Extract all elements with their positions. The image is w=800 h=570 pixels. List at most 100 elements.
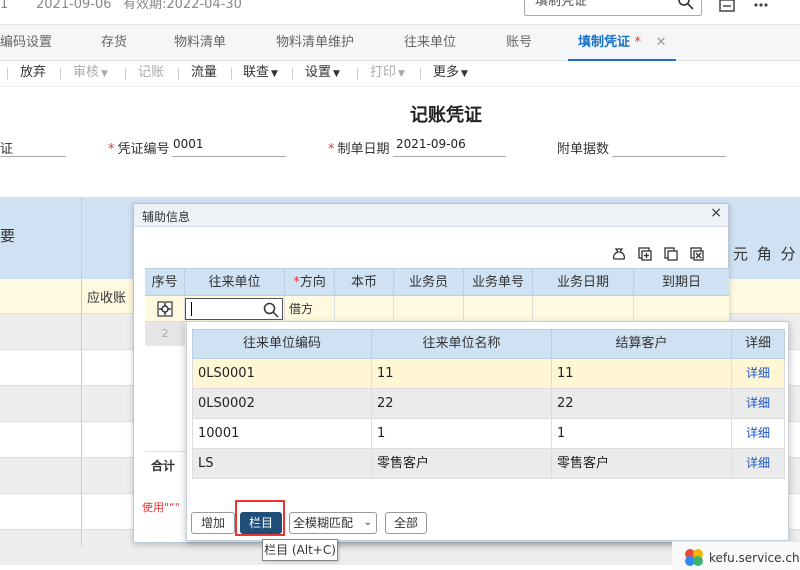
- col-business-no: 业务单号: [464, 269, 533, 296]
- close-tab-icon[interactable]: ✕: [656, 35, 667, 50]
- currency-cell[interactable]: [335, 296, 394, 322]
- tab-fill-voucher-label: 填制凭证: [578, 35, 631, 50]
- copy-row-icon[interactable]: [663, 246, 679, 262]
- toolbar-divider: [231, 68, 232, 80]
- col-unit-name: 往来单位名称: [372, 330, 552, 358]
- search-placeholder: 填制凭证: [535, 0, 588, 9]
- required-mark: *: [328, 142, 335, 157]
- review-button[interactable]: 审核 ▼: [73, 61, 108, 87]
- chevron-down-icon: ▼: [333, 69, 340, 79]
- chevron-down-icon: ⌄: [363, 517, 372, 528]
- tab-inventory[interactable]: 存货: [101, 25, 127, 61]
- attachments-field[interactable]: [612, 156, 726, 157]
- tab-bom[interactable]: 物料清单: [174, 25, 226, 61]
- voucher-date-label-text: 制单日期: [337, 142, 390, 157]
- gear-icon[interactable]: [157, 301, 173, 317]
- delete-row-icon[interactable]: [689, 246, 705, 262]
- row-settings-cell[interactable]: [145, 296, 185, 322]
- query-button[interactable]: 联查 ▼: [243, 61, 278, 87]
- dialog-title-bar[interactable]: 辅助信息 ×: [134, 204, 728, 227]
- business-date-cell[interactable]: [533, 296, 634, 322]
- review-label: 审核: [73, 65, 100, 80]
- field-underline: [172, 156, 286, 157]
- dialog-title: 辅助信息: [142, 210, 191, 224]
- detail-link[interactable]: 详细: [732, 419, 784, 448]
- discard-button[interactable]: 放弃: [20, 61, 46, 87]
- col-unit-code: 往来单位编码: [193, 330, 372, 358]
- customer-service-widget[interactable]: kefu.service.cha: [672, 541, 800, 570]
- settings-button[interactable]: 设置 ▼: [305, 61, 340, 87]
- column-divider: [81, 197, 82, 547]
- usage-tip: 使用"“": [142, 501, 180, 514]
- chevron-down-icon: ▼: [101, 69, 108, 79]
- col-salesperson: 业务员: [394, 269, 464, 296]
- dialog-close-icon[interactable]: ×: [710, 205, 722, 221]
- direction-cell[interactable]: 借方: [285, 296, 335, 322]
- match-mode-select[interactable]: 全模糊匹配 ⌄: [289, 512, 377, 534]
- row-index-2[interactable]: 2: [145, 322, 185, 346]
- unit-code: 10001: [193, 419, 372, 448]
- field-underline: [0, 156, 66, 157]
- due-date-cell[interactable]: [634, 296, 729, 322]
- tab-code-settings[interactable]: 编码设置: [0, 25, 52, 61]
- service-logo-icon: [685, 549, 703, 566]
- service-url: kefu.service.cha: [709, 551, 800, 565]
- col-index: 序号: [145, 269, 185, 296]
- voucher-number-field[interactable]: 0001: [173, 137, 204, 151]
- col-direction-label: 方向: [299, 275, 326, 290]
- print-button[interactable]: 打印 ▼: [370, 61, 405, 87]
- add-button[interactable]: 增加: [191, 512, 235, 534]
- add-row-icon[interactable]: [637, 246, 653, 262]
- dropdown-row[interactable]: 0LS0001 11 11 详细: [192, 359, 785, 389]
- search-icon[interactable]: [262, 301, 280, 319]
- dropdown-row[interactable]: 10001 1 1 详细: [192, 419, 785, 449]
- unit-code: 0LS0001: [193, 359, 372, 388]
- attachments-label: 附单据数: [557, 142, 610, 157]
- global-search-input[interactable]: 填制凭证: [524, 0, 702, 16]
- search-icon[interactable]: [677, 0, 695, 11]
- total-label: 合计: [151, 459, 176, 473]
- page-title: 记账凭证: [410, 105, 482, 126]
- unit-name: 1: [372, 419, 552, 448]
- voucher-date-field[interactable]: 2021-09-06: [396, 137, 466, 151]
- field-underline: [393, 156, 506, 157]
- detail-link[interactable]: 详细: [732, 359, 784, 388]
- tab-trading-units[interactable]: 往来单位: [404, 25, 456, 61]
- unit-fen: 分: [780, 245, 796, 263]
- tab-bom-maintenance[interactable]: 物料清单维护: [276, 25, 354, 61]
- unit-code: LS: [193, 449, 372, 478]
- account-cell[interactable]: 应收账: [87, 287, 126, 306]
- business-no-cell[interactable]: [464, 296, 533, 322]
- flow-button[interactable]: 流量: [191, 61, 217, 87]
- trading-unit-input[interactable]: [185, 298, 283, 320]
- dropdown-row[interactable]: 0LS0002 22 22 详细: [192, 389, 785, 419]
- more-label: 更多: [433, 65, 460, 80]
- detail-link[interactable]: 详细: [732, 449, 784, 478]
- tab-bar: 编码设置 存货 物料清单 物料清单维护 往来单位 账号 填制凭证 * ✕: [0, 25, 800, 61]
- col-business-date: 业务日期: [533, 269, 634, 296]
- detail-link[interactable]: 详细: [732, 389, 784, 418]
- tab-accounts[interactable]: 账号: [506, 25, 532, 61]
- summary-header: 要: [0, 227, 16, 245]
- tab-fill-voucher[interactable]: 填制凭证 * ✕: [568, 25, 677, 61]
- export-icon[interactable]: [718, 0, 736, 14]
- money-bag-icon[interactable]: [611, 246, 627, 262]
- more-button[interactable]: 更多 ▼: [433, 61, 468, 87]
- chevron-down-icon: ▼: [271, 69, 278, 79]
- toolbar-divider: [125, 68, 126, 80]
- highlight-box: [235, 500, 285, 536]
- col-trading-unit: 往来单位: [185, 269, 285, 296]
- voucher-type-value[interactable]: 证: [0, 138, 13, 157]
- all-button[interactable]: 全部: [385, 512, 427, 534]
- unit-jiao: 角: [756, 245, 772, 263]
- login-date: 2021-09-06: [36, 0, 112, 12]
- post-button[interactable]: 记账: [138, 61, 164, 87]
- toolbar-divider: [7, 68, 8, 80]
- toolbar-divider: [178, 68, 179, 80]
- more-icon[interactable]: [752, 0, 770, 14]
- settings-label: 设置: [305, 65, 332, 80]
- salesperson-cell[interactable]: [394, 296, 464, 322]
- dropdown-row[interactable]: LS 零售客户 零售客户 详细: [192, 449, 785, 479]
- unit-yuan: 元: [733, 245, 749, 263]
- print-label: 打印: [370, 65, 397, 80]
